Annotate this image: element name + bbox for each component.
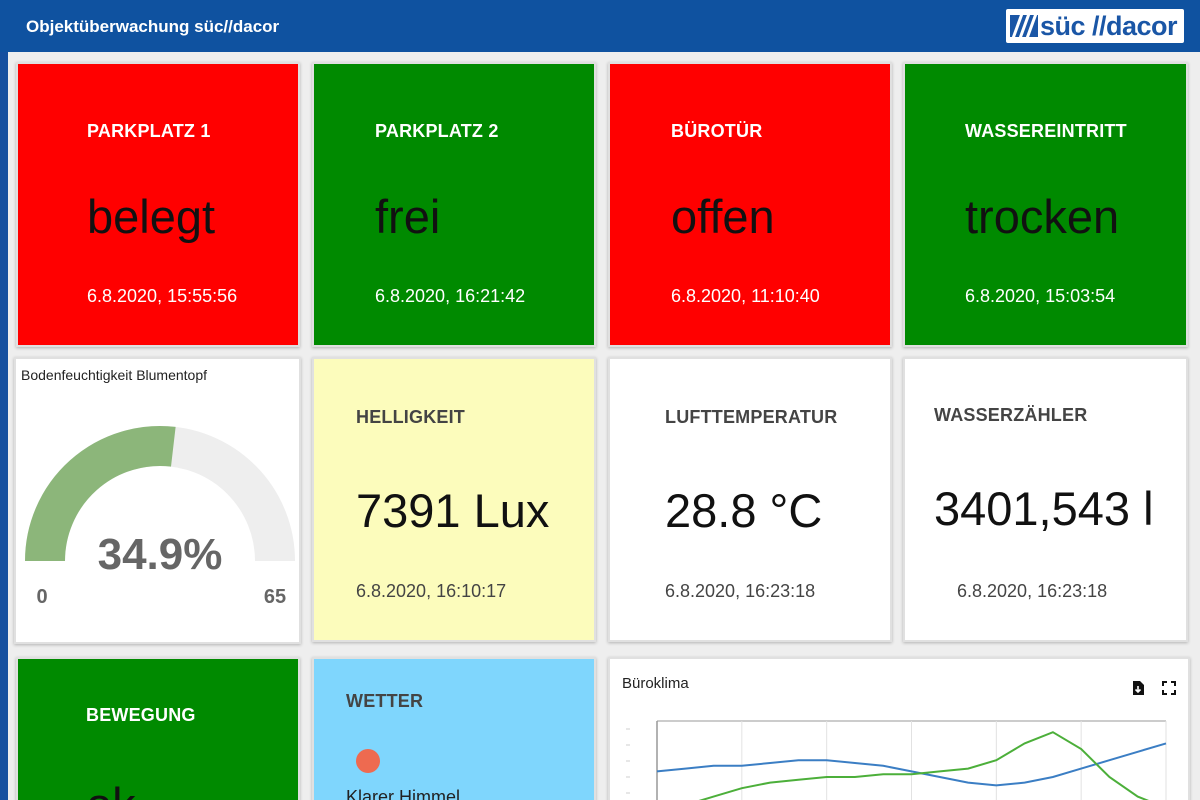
chart-plot bbox=[626, 720, 1167, 800]
tile-value: trocken bbox=[965, 190, 1120, 243]
tile-wetter[interactable]: WETTER Klarer Himmel bbox=[312, 657, 596, 800]
sun-icon bbox=[356, 749, 380, 773]
tile-value: 7391 Lux bbox=[356, 484, 550, 537]
chart-grid bbox=[626, 720, 1167, 800]
tile-label: BÜROTÜR bbox=[671, 121, 763, 141]
tile-value: 3401,543 l bbox=[934, 482, 1154, 535]
tile-timestamp: 6.8.2020, 15:55:56 bbox=[87, 286, 238, 306]
tile-bodenfeuchtigkeit-gauge[interactable]: Bodenfeuchtigkeit Blumentopf 34.9% 0 65 bbox=[14, 357, 301, 644]
tile-value: belegt bbox=[87, 190, 216, 243]
tile-label: WASSERZÄHLER bbox=[934, 405, 1088, 425]
tile-parkplatz-2[interactable]: PARKPLATZ 2 frei 6.8.2020, 16:21:42 bbox=[312, 62, 596, 347]
gauge-max-label: 65 bbox=[264, 586, 286, 608]
tile-parkplatz-1[interactable]: PARKPLATZ 1 belegt 6.8.2020, 15:55:56 bbox=[16, 62, 300, 347]
tile-buerotuer[interactable]: BÜROTÜR offen 6.8.2020, 11:10:40 bbox=[608, 62, 892, 347]
tile-value: offen bbox=[671, 190, 775, 243]
tile-label: WETTER bbox=[346, 691, 424, 711]
tile-value: frei bbox=[375, 190, 441, 243]
app-title: Objektüberwachung süc//dacor bbox=[26, 17, 280, 36]
tile-timestamp: 6.8.2020, 15:03:54 bbox=[965, 286, 1116, 306]
tile-timestamp: 6.8.2020, 16:23:18 bbox=[665, 581, 816, 601]
dashboard-page: Objektüberwachung süc//dacor süc //dacor… bbox=[0, 0, 1200, 800]
weather-condition: Klarer Himmel bbox=[346, 787, 461, 800]
tile-bewegung[interactable]: BEWEGUNG ok bbox=[16, 657, 300, 800]
tile-label: PARKPLATZ 1 bbox=[87, 121, 211, 141]
gauge-value: 34.9% bbox=[98, 530, 223, 579]
app-header: Objektüberwachung süc//dacor süc //dacor bbox=[0, 0, 1200, 52]
export-icon[interactable] bbox=[1129, 679, 1147, 697]
tile-value: ok bbox=[86, 777, 136, 800]
tile-wasserzaehler[interactable]: WASSERZÄHLER 3401,543 l 6.8.2020, 16:23:… bbox=[903, 357, 1188, 642]
logo-text: süc //dacor bbox=[1040, 11, 1178, 41]
tile-label: WASSEREINTRITT bbox=[965, 121, 1127, 141]
tile-value: 28.8 °C bbox=[665, 484, 823, 537]
logo-mark-icon bbox=[1010, 15, 1038, 37]
tile-lufttemperatur[interactable]: LUFTTEMPERATUR 28.8 °C 6.8.2020, 16:23:1… bbox=[608, 357, 892, 642]
tile-label: HELLIGKEIT bbox=[356, 407, 465, 427]
brand-logo: süc //dacor bbox=[1006, 9, 1184, 43]
tile-label: LUFTTEMPERATUR bbox=[665, 407, 838, 427]
gauge-min-label: 0 bbox=[36, 586, 47, 608]
tile-label: PARKPLATZ 2 bbox=[375, 121, 499, 141]
tile-label: BEWEGUNG bbox=[86, 705, 196, 725]
dashboard-grid: PARKPLATZ 1 belegt 6.8.2020, 15:55:56 PA… bbox=[8, 52, 1200, 800]
tile-timestamp: 6.8.2020, 16:10:17 bbox=[356, 581, 507, 601]
chart-title: Büroklima bbox=[622, 675, 689, 692]
tile-timestamp: 6.8.2020, 11:10:40 bbox=[671, 286, 820, 306]
fullscreen-icon[interactable] bbox=[1160, 679, 1178, 697]
tile-timestamp: 6.8.2020, 16:23:18 bbox=[957, 581, 1108, 601]
tile-timestamp: 6.8.2020, 16:21:42 bbox=[375, 286, 526, 306]
gauge-svg: 34.9% 0 65 bbox=[25, 426, 295, 608]
chart-bueroklima[interactable]: Büroklima bbox=[608, 657, 1190, 800]
tile-helligkeit[interactable]: HELLIGKEIT 7391 Lux 6.8.2020, 16:10:17 bbox=[312, 357, 596, 642]
tile-wassereintritt[interactable]: WASSEREINTRITT trocken 6.8.2020, 15:03:5… bbox=[903, 62, 1188, 347]
